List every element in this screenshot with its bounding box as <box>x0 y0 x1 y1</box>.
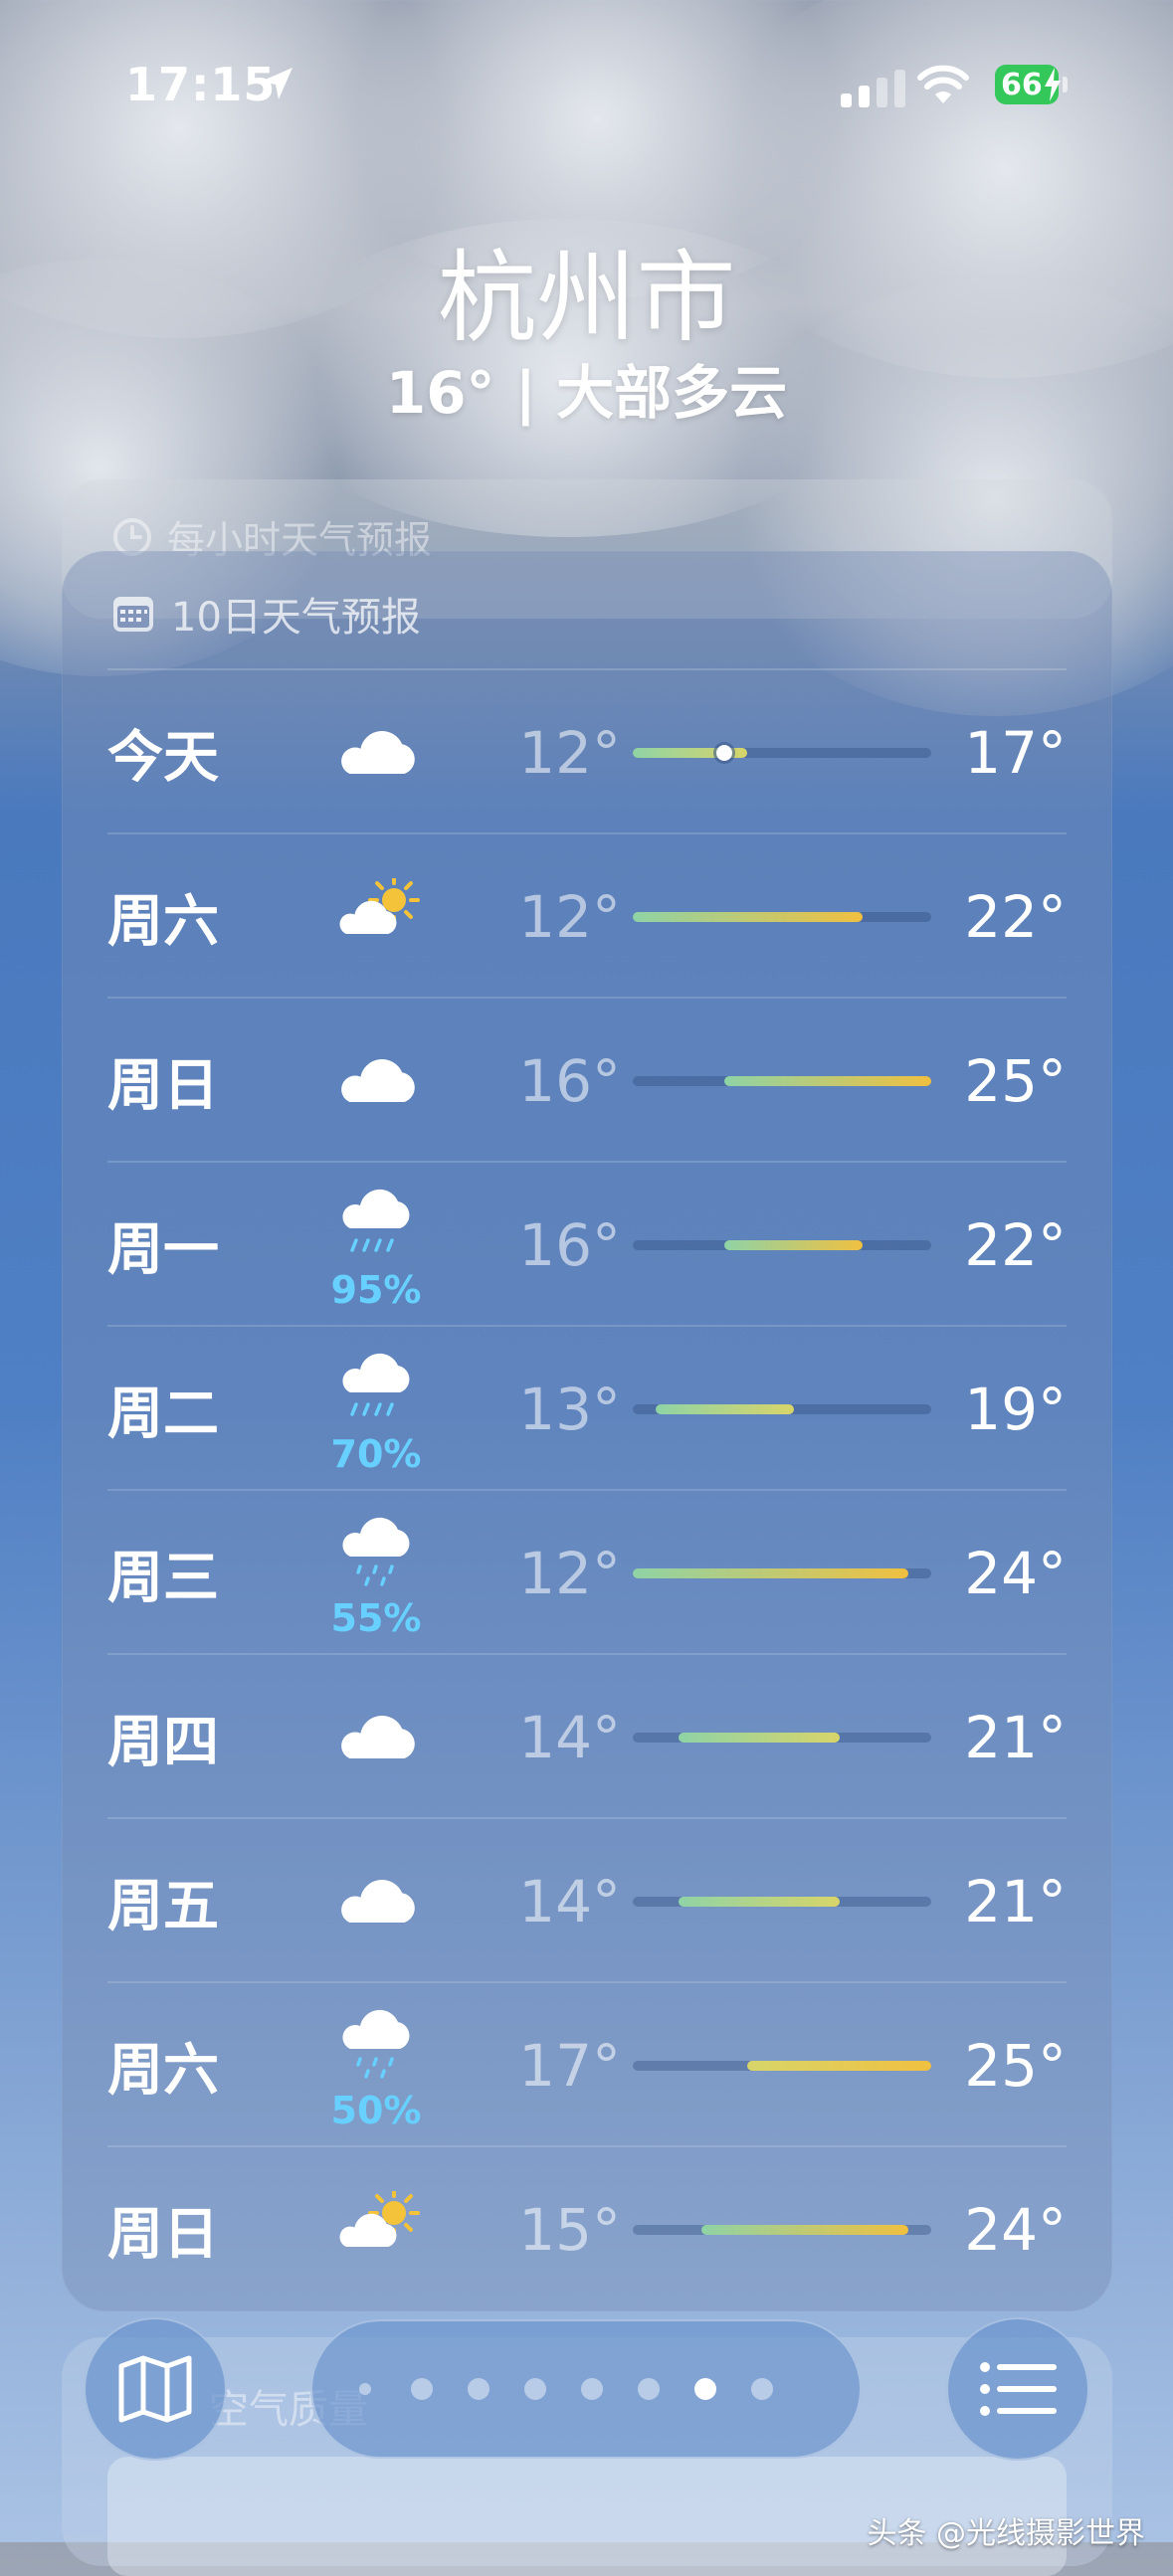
temp-range-fill <box>679 1732 840 1743</box>
high-temp: 25° <box>964 2031 1067 2100</box>
temp-range-fill <box>679 1896 840 1907</box>
precip-chance: 95% <box>330 1268 422 1312</box>
low-temp: 16° <box>518 1210 621 1279</box>
high-temp: 21° <box>964 1703 1067 1771</box>
temp-range-bar <box>633 1239 931 1250</box>
location-arrow-icon <box>261 68 293 99</box>
day-label: 周六 <box>107 2038 219 2103</box>
precip-chance: 55% <box>330 1596 422 1640</box>
temp-range-bar <box>633 1896 931 1907</box>
forecast-row[interactable]: 今天 12° 17° <box>107 670 1067 834</box>
temp-range-fill <box>633 911 863 922</box>
page-dot[interactable] <box>638 2378 660 2400</box>
temp-range-fill <box>724 1075 931 1086</box>
day-label: 周日 <box>107 1053 219 1118</box>
wifi-icon <box>917 65 969 103</box>
status-time: 17:15 <box>125 58 277 111</box>
temp-range-bar <box>633 2060 931 2071</box>
city-list-button[interactable] <box>946 2317 1089 2461</box>
temp-range-bar <box>633 1732 931 1743</box>
low-temp: 12° <box>518 718 621 787</box>
high-temp: 25° <box>964 1046 1067 1115</box>
forecast-row[interactable]: 周六 12° 22° <box>107 834 1067 999</box>
high-temp: 24° <box>964 1539 1067 1607</box>
low-temp: 17° <box>518 2031 621 2100</box>
forecast-row[interactable]: 周一 95% 16° 22° <box>107 1163 1067 1327</box>
page-dot[interactable] <box>468 2378 489 2400</box>
high-temp: 24° <box>964 2195 1067 2264</box>
forecast-row[interactable]: 周五 14° 21° <box>107 1819 1067 1983</box>
forecast-title: 10日天气预报 <box>171 595 421 641</box>
forecast-row[interactable]: 周日 15° 24° <box>107 2147 1067 2311</box>
charging-bolt-icon <box>1045 68 1061 101</box>
temp-range-bar <box>633 744 931 761</box>
temp-range-fill <box>701 2224 908 2235</box>
day-label: 周三 <box>107 1546 219 1610</box>
forecast-row[interactable]: 周日 16° 25° <box>107 999 1067 1163</box>
high-temp: 17° <box>964 718 1067 787</box>
sun-cloud-icon <box>320 834 430 999</box>
day-label: 周一 <box>107 1217 219 1282</box>
low-temp: 13° <box>518 1375 621 1443</box>
day-label: 周二 <box>107 1381 219 1446</box>
low-temp: 14° <box>518 1867 621 1935</box>
day-label: 今天 <box>107 725 219 790</box>
page-indicator[interactable] <box>310 2319 862 2459</box>
current-temp-dot <box>716 744 733 761</box>
day-label: 周五 <box>107 1874 219 1938</box>
high-temp: 19° <box>964 1375 1067 1443</box>
calendar-icon <box>113 597 153 632</box>
sun-cloud-icon <box>320 2147 430 2311</box>
low-temp: 14° <box>518 1703 621 1771</box>
low-temp: 15° <box>518 2195 621 2264</box>
cloud-icon <box>320 670 430 834</box>
page-dot[interactable] <box>359 2383 371 2395</box>
temp-range-bar <box>633 2224 931 2235</box>
temp-range-bar <box>633 1403 931 1414</box>
forecast-row[interactable]: 周六 50% 17° 25° <box>107 1983 1067 2147</box>
low-temp: 12° <box>518 882 621 951</box>
precip-chance: 50% <box>330 2089 422 2132</box>
battery-level: 66 <box>1001 67 1043 102</box>
temp-range-fill <box>724 1239 863 1250</box>
forecast-row[interactable]: 周二 70% 13° 19° <box>107 1327 1067 1491</box>
cloud-icon <box>320 1655 430 1819</box>
low-temp: 16° <box>518 1046 621 1115</box>
temp-range-bar <box>633 1075 931 1086</box>
page-dot[interactable] <box>524 2378 546 2400</box>
current-summary: 16° | 大部多云 <box>385 359 788 427</box>
temp-range-fill <box>633 1567 908 1578</box>
precip-chance: 70% <box>330 1432 422 1476</box>
cloud-icon <box>320 999 430 1163</box>
page-dot-active[interactable] <box>694 2378 716 2400</box>
forecast-row[interactable]: 周三 55% 12° 24° <box>107 1491 1067 1655</box>
high-temp: 21° <box>964 1867 1067 1935</box>
day-label: 周六 <box>107 889 219 954</box>
temp-range-fill <box>747 2060 931 2071</box>
map-icon <box>118 2355 192 2423</box>
watermark: 头条 @光线摄影世界 <box>867 2516 1145 2551</box>
low-temp: 12° <box>518 1539 621 1607</box>
forecast-header: 10日天气预报 <box>111 585 421 643</box>
forecast-row[interactable]: 周四 14° 21° <box>107 1655 1067 1819</box>
temp-range-fill <box>656 1403 794 1414</box>
page-dot[interactable] <box>751 2378 773 2400</box>
city-name: 杭州市 <box>437 240 736 356</box>
list-icon <box>980 2362 1057 2416</box>
high-temp: 22° <box>964 1210 1067 1279</box>
temp-range-bar <box>633 1567 931 1578</box>
cloud-icon <box>320 1819 430 1983</box>
page-dot[interactable] <box>411 2378 433 2400</box>
map-button[interactable] <box>84 2317 227 2461</box>
page-dot[interactable] <box>581 2378 603 2400</box>
day-label: 周日 <box>107 2202 219 2267</box>
high-temp: 22° <box>964 882 1067 951</box>
battery-tip <box>1063 77 1068 92</box>
cellular-signal-icon <box>841 70 905 107</box>
temp-range-bar <box>633 911 931 922</box>
day-label: 周四 <box>107 1710 219 1774</box>
